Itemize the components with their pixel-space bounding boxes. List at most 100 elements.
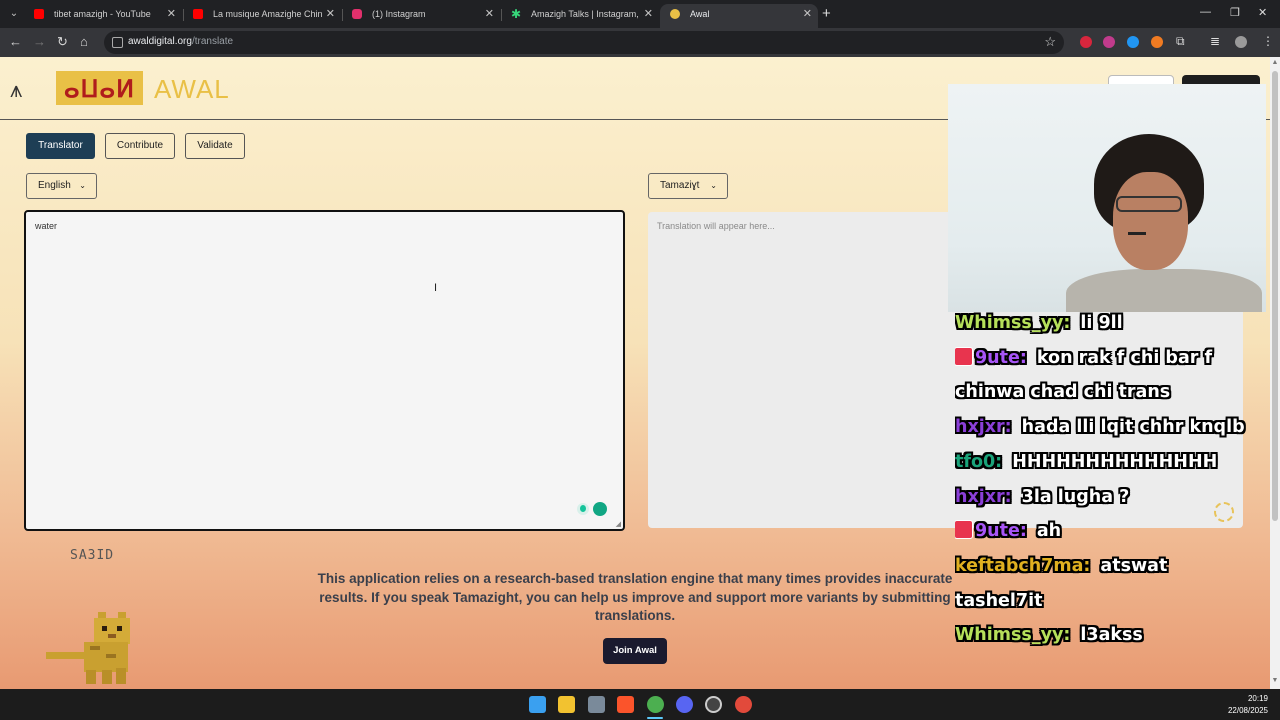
chat-message: tfo0: HHHHHHHHHHHHHH xyxy=(955,445,1250,480)
chat-username: Whimss_yy: xyxy=(955,313,1071,333)
chat-text: HHHHHHHHHHHHHH xyxy=(1012,451,1218,472)
file-explorer-icon[interactable] xyxy=(558,696,575,713)
source-language-select[interactable]: English ⌄ xyxy=(26,173,97,199)
minimize-icon[interactable]: — xyxy=(1200,6,1211,18)
brave-icon[interactable] xyxy=(617,696,634,713)
scroll-up-arrow-icon[interactable]: ▲ xyxy=(1271,59,1279,66)
tab-search-chevron-icon[interactable]: ⌄ xyxy=(6,6,22,22)
chevron-down-icon: ⌄ xyxy=(79,181,86,190)
grammarly-bulb-icon[interactable] xyxy=(577,503,589,515)
disclaimer-notice: This application relies on a research-ba… xyxy=(317,571,953,623)
browser-tab[interactable]: La musique Amazighe Chinoise ✕ xyxy=(183,4,341,28)
extension-orange-icon[interactable] xyxy=(1151,36,1163,48)
close-tab-icon[interactable]: ✕ xyxy=(485,4,494,24)
chat-text: ah xyxy=(1036,521,1062,542)
awal-icon xyxy=(670,9,680,19)
join-awal-button[interactable]: Join Awal xyxy=(603,638,667,664)
moderator-badge-icon xyxy=(955,347,972,365)
reload-icon[interactable]: ↻ xyxy=(57,34,68,50)
forward-arrow-icon[interactable]: → xyxy=(33,34,46,49)
windows-start-icon[interactable] xyxy=(529,696,546,713)
browser-tab[interactable]: (1) Instagram ✕ xyxy=(342,4,500,28)
clock-date: 22/08/2025 xyxy=(1227,706,1268,715)
validate-mode-button[interactable]: Validate xyxy=(185,133,245,159)
extension-red-icon[interactable] xyxy=(1080,36,1092,48)
page-scrollbar[interactable]: ▲ ▼ xyxy=(1270,57,1280,689)
chevron-down-icon: ⌄ xyxy=(710,181,717,190)
obs-icon[interactable] xyxy=(705,696,722,713)
tifinagh-logo-text: ⴰⵡⴰⵍ xyxy=(63,76,136,103)
chrome-icon[interactable] xyxy=(647,696,664,713)
tab-title: Amazigh Talks | Instagram, Face xyxy=(531,9,641,19)
close-tab-icon[interactable]: ✕ xyxy=(326,4,335,24)
clock-time: 20:19 xyxy=(1247,694,1268,703)
window-close-icon[interactable]: ✕ xyxy=(1258,6,1267,19)
browser-tab[interactable]: tibet amazigh - YouTube ✕ xyxy=(24,4,182,28)
address-bar[interactable]: awaldigital.org/translate ☆ xyxy=(104,31,1064,54)
chat-text: li 9ll xyxy=(1080,313,1123,333)
windows-taskbar: 20:19 22/08/2025 xyxy=(0,689,1280,720)
extension-blue-icon[interactable] xyxy=(1127,36,1139,48)
home-icon[interactable]: ⌂ xyxy=(80,34,88,49)
contribute-mode-button[interactable]: Contribute xyxy=(105,133,175,159)
tifinagh-logo[interactable]: ⴰⵡⴰⵍ xyxy=(56,71,143,105)
grammarly-icon[interactable] xyxy=(593,502,607,516)
bookmark-star-icon[interactable]: ☆ xyxy=(1044,34,1056,50)
instagram-icon xyxy=(352,9,362,19)
chat-username: hxjxr: xyxy=(955,486,1012,507)
pixel-cat-mascot-icon xyxy=(46,612,130,684)
stream-chat-overlay: Whimss_yy: li 9ll 9ute: kon rak f chi bar … xyxy=(955,306,1250,686)
streamer-glasses xyxy=(1116,196,1182,212)
site-info-icon[interactable] xyxy=(112,37,123,48)
chat-text: hada lli lqit chhr knqlb xyxy=(1021,417,1245,438)
tab-title: La musique Amazighe Chinoise xyxy=(213,9,323,19)
moderator-badge-icon xyxy=(955,521,972,539)
new-tab-plus-icon[interactable]: + xyxy=(822,5,831,22)
webcam-overlay xyxy=(948,84,1266,312)
youtube-icon xyxy=(34,9,44,19)
resize-handle-icon[interactable]: ◢ xyxy=(616,520,621,528)
chat-username: Whimss_yy: xyxy=(955,625,1071,646)
mascot-name: SA3ID xyxy=(70,548,115,563)
source-text-area[interactable]: water I ◢ xyxy=(24,210,625,531)
source-text-value: water xyxy=(35,221,58,231)
profile-avatar-icon[interactable] xyxy=(1235,36,1247,48)
awal-logo-mark-icon[interactable]: ⩚ xyxy=(10,77,40,103)
close-tab-icon[interactable]: ✕ xyxy=(644,4,653,24)
url-text: awaldigital.org/translate xyxy=(128,36,234,47)
streamer-face xyxy=(1113,172,1188,270)
chat-message: Whimss_yy: l3akss xyxy=(955,618,1250,653)
close-tab-icon[interactable]: ✕ xyxy=(803,4,812,24)
target-language-value: Tamaziɣt xyxy=(660,180,700,191)
extensions-puzzle-icon[interactable]: ⧉ xyxy=(1176,34,1185,49)
discord-icon[interactable] xyxy=(676,696,693,713)
tab-title: Awal xyxy=(690,9,710,19)
system-clock[interactable]: 20:19 22/08/2025 xyxy=(1228,693,1268,717)
chat-username: hxjxr: xyxy=(955,417,1012,438)
chat-text: 3la lugha ? xyxy=(1021,486,1130,507)
davinci-resolve-icon[interactable] xyxy=(588,696,605,713)
translator-mode-button[interactable]: Translator xyxy=(26,133,95,159)
source-language-value: English xyxy=(38,180,71,191)
chat-message: hxjxr: hada lli lqit chhr knqlb xyxy=(955,410,1250,445)
awal-wordmark[interactable]: AWAL xyxy=(154,74,230,105)
asterisk-icon: ✱ xyxy=(511,7,522,21)
scroll-down-arrow-icon[interactable]: ▼ xyxy=(1271,677,1279,684)
reading-list-icon[interactable]: ≣ xyxy=(1210,34,1220,48)
browser-tab[interactable]: ✱ Amazigh Talks | Instagram, Face ✕ xyxy=(501,4,659,28)
chrome-menu-icon[interactable]: ⋮ xyxy=(1262,34,1274,48)
chat-text: l3akss xyxy=(1080,625,1143,646)
extension-pink-icon[interactable] xyxy=(1103,36,1115,48)
scrollbar-thumb[interactable] xyxy=(1272,71,1278,521)
close-tab-icon[interactable]: ✕ xyxy=(167,4,176,24)
chat-message: Whimss_yy: li 9ll xyxy=(955,306,1250,341)
translation-placeholder: Translation will appear here... xyxy=(657,221,775,231)
restore-icon[interactable]: ❐ xyxy=(1230,6,1240,19)
browser-tab-active[interactable]: Awal ✕ xyxy=(660,4,818,28)
browser-tab-strip: ⌄ tibet amazigh - YouTube ✕ La musique A… xyxy=(0,0,1280,28)
target-language-select[interactable]: Tamaziɣt ⌄ xyxy=(648,173,728,199)
chrome-alt-icon[interactable] xyxy=(735,696,752,713)
text-cursor-icon: I xyxy=(434,282,438,294)
headset-mic-icon xyxy=(1128,232,1146,235)
back-arrow-icon[interactable]: ← xyxy=(9,34,22,49)
